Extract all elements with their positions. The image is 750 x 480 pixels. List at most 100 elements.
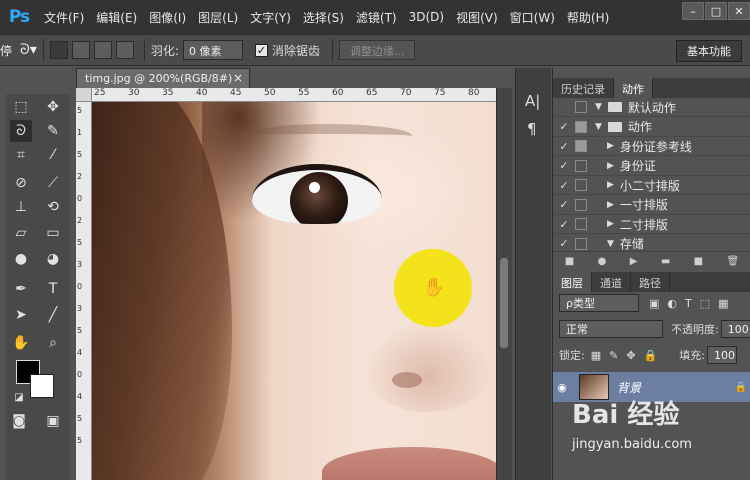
expand-triangle-icon[interactable]: ▶ [607, 180, 614, 190]
dialog-toggle-box[interactable] [575, 237, 587, 250]
filter-type-icon[interactable]: T [685, 297, 692, 310]
antialias-checkbox[interactable]: ✓ [254, 43, 268, 57]
lock-all-icon[interactable]: 🔒 [644, 349, 658, 362]
marquee-tool-icon[interactable]: ⬚ [10, 96, 32, 118]
vertical-ruler[interactable]: 5 1 5 2 0 2 5 3 0 3 5 4 0 4 5 5 [76, 102, 92, 480]
menu-window[interactable]: 窗口(W) [504, 9, 561, 26]
tab-channels[interactable]: 通道 [592, 272, 631, 292]
tab-history[interactable]: 历史记录 [553, 78, 614, 98]
menu-image[interactable]: 图像(I) [143, 9, 192, 26]
new-selection-button[interactable] [49, 41, 68, 59]
action-toggle-checkbox[interactable]: ✓ [553, 198, 575, 211]
document-canvas[interactable]: ✋ [92, 102, 496, 480]
close-button[interactable]: ✕ [728, 2, 750, 20]
workspace-select[interactable]: 基本功能 [676, 40, 742, 62]
maximize-button[interactable]: □ [705, 2, 727, 20]
vertical-scrollbar[interactable] [496, 88, 512, 480]
zoom-tool-icon[interactable]: ⌕ [42, 332, 64, 354]
close-document-icon[interactable]: × [233, 71, 243, 85]
dodge-tool-icon[interactable]: ◕ [42, 248, 64, 270]
lock-pixels-icon[interactable]: ▦ [591, 349, 601, 362]
dialog-toggle-box[interactable] [575, 218, 587, 230]
character-panel-icon[interactable]: A| [525, 92, 540, 110]
expand-triangle-icon[interactable]: ▶ [607, 141, 614, 151]
blend-mode-select[interactable]: 正常 [559, 320, 663, 338]
horizontal-ruler[interactable]: 25 30 35 40 45 50 55 60 65 70 75 80 [92, 88, 496, 102]
record-icon[interactable]: ● [598, 256, 607, 267]
eraser-tool-icon[interactable]: ▱ [10, 222, 32, 244]
minimize-button[interactable]: – [682, 2, 704, 20]
new-action-icon[interactable]: ■ [694, 256, 703, 267]
expand-triangle-icon[interactable]: ▼ [607, 239, 614, 249]
dialog-toggle-box[interactable] [575, 198, 587, 211]
filter-shape-icon[interactable]: ⬚ [700, 297, 710, 310]
action-row[interactable]: ✓ ▶ 一寸排版 [553, 196, 750, 215]
tab-paths[interactable]: 路径 [631, 272, 670, 292]
action-toggle-checkbox[interactable]: ✓ [553, 179, 575, 192]
type-tool-icon[interactable]: T [42, 278, 64, 300]
dialog-toggle-box[interactable] [575, 140, 587, 152]
fill-input[interactable]: 100 [706, 346, 737, 364]
expand-triangle-icon[interactable]: ▼ [595, 102, 602, 112]
dialog-toggle-box[interactable] [575, 159, 587, 172]
menu-file[interactable]: 文件(F) [38, 9, 90, 26]
default-colors-icon[interactable]: ◪ [8, 386, 30, 408]
quick-mask-icon[interactable]: ◙ [8, 410, 30, 432]
action-toggle-checkbox[interactable]: ✓ [553, 120, 575, 133]
subtract-selection-button[interactable] [93, 41, 112, 59]
line-tool-icon[interactable]: ╱ [42, 304, 64, 326]
path-selection-tool-icon[interactable]: ➤ [10, 304, 32, 326]
expand-triangle-icon[interactable]: ▶ [607, 200, 614, 210]
action-row[interactable]: ✓ ▶ 小二寸排版 [553, 176, 750, 195]
lock-paint-icon[interactable]: ✎ [609, 349, 618, 362]
menu-layer[interactable]: 图层(L) [192, 9, 244, 26]
menu-3d[interactable]: 3D(D) [403, 10, 450, 24]
expand-triangle-icon[interactable]: ▶ [607, 161, 614, 171]
action-row[interactable]: ✓ ▶ 身份证 [553, 157, 750, 176]
play-icon[interactable]: ▶ [630, 256, 638, 267]
dialog-toggle-box[interactable] [575, 101, 587, 113]
healing-brush-tool-icon[interactable]: ⊘ [10, 172, 32, 194]
action-row[interactable]: ✓ ▶ 二寸排版 [553, 215, 750, 234]
eye-icon[interactable]: ◉ [553, 381, 571, 394]
lasso-preset-icon[interactable]: ᘐ▾ [20, 42, 37, 58]
menu-edit[interactable]: 编辑(E) [90, 9, 143, 26]
layer-row-background[interactable]: ◉ 背景 🔒 [553, 372, 750, 402]
dialog-toggle-box[interactable] [575, 120, 587, 133]
expand-triangle-icon[interactable]: ▼ [595, 122, 602, 132]
filter-adjustment-icon[interactable]: ◐ [667, 297, 677, 310]
opacity-input[interactable]: 100 [720, 320, 750, 338]
lock-position-icon[interactable]: ✥ [626, 349, 635, 362]
intersect-selection-button[interactable] [115, 41, 134, 59]
tab-layers[interactable]: 图层 [553, 272, 592, 292]
lasso-tool-icon[interactable]: ᘐ [10, 120, 32, 142]
paragraph-panel-icon[interactable]: ¶ [527, 120, 537, 138]
menu-filter[interactable]: 滤镜(T) [350, 9, 403, 26]
action-toggle-checkbox[interactable]: ✓ [553, 218, 575, 231]
action-row[interactable]: ✓ ▼ 动作 [553, 118, 750, 137]
filter-image-icon[interactable]: ▣ [649, 297, 659, 310]
filter-smart-icon[interactable]: ▦ [718, 297, 728, 310]
quick-selection-tool-icon[interactable]: ✎ [42, 120, 64, 142]
trash-icon[interactable]: 🗑 [727, 256, 740, 267]
refine-edge-button[interactable]: 调整边缘... [338, 40, 416, 60]
pen-tool-icon[interactable]: ✒ [10, 278, 32, 300]
menu-type[interactable]: 文字(Y) [244, 9, 297, 26]
action-toggle-checkbox[interactable]: ✓ [553, 140, 575, 153]
menu-view[interactable]: 视图(V) [450, 9, 504, 26]
crop-tool-icon[interactable]: ⌗ [10, 144, 32, 166]
action-toggle-checkbox[interactable]: ✓ [553, 159, 575, 172]
expand-triangle-icon[interactable]: ▶ [607, 219, 614, 229]
menu-help[interactable]: 帮助(H) [561, 9, 615, 26]
ruler-origin[interactable] [76, 88, 92, 102]
brush-tool-icon[interactable]: ⟋ [42, 172, 64, 194]
new-set-icon[interactable]: ▬ [661, 256, 670, 267]
feather-input[interactable]: 0 像素 [182, 40, 243, 60]
layer-filter-select[interactable]: ρ类型 [559, 294, 639, 312]
scrollbar-thumb[interactable] [500, 258, 508, 348]
gradient-tool-icon[interactable]: ▭ [42, 222, 64, 244]
background-color-swatch[interactable] [30, 374, 54, 398]
action-row[interactable]: ▼ 默认动作 [553, 98, 750, 117]
menu-select[interactable]: 选择(S) [297, 9, 350, 26]
dialog-toggle-box[interactable] [575, 179, 587, 191]
